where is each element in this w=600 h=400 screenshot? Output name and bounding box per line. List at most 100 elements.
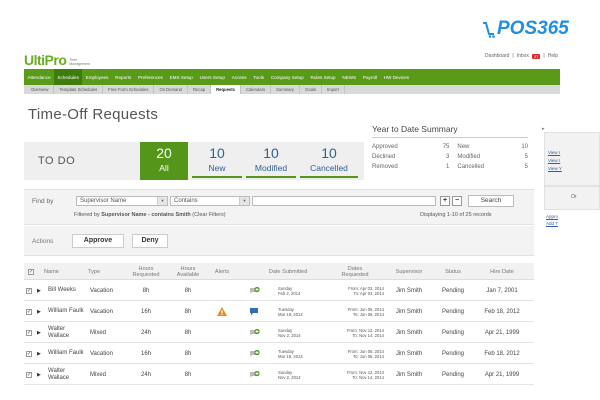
row-checkbox[interactable]: ✓ (26, 343, 36, 364)
tab-summary[interactable]: Summary (271, 85, 300, 94)
col-hire-date[interactable]: Hire Date (480, 263, 524, 280)
tab-requests[interactable]: Requests (211, 85, 241, 94)
tab-on-demand[interactable]: On Demand (154, 85, 189, 94)
table-row[interactable]: ✓ ▶ Walter Wallace Mixed 24h 8h Sunday Nov 2, 2… (24, 364, 534, 385)
mainnav-item-ems-setup[interactable]: EMS Setup (166, 69, 196, 85)
row-alert (212, 364, 232, 385)
expand-row-icon[interactable]: ▶ (37, 343, 43, 364)
row-submitted-date: Nov 2, 2014 (278, 374, 301, 380)
mainnav-item-access[interactable]: Access (228, 69, 250, 85)
row-checkbox[interactable]: ✓ (26, 280, 36, 301)
panel-approve-link[interactable]: Appro (546, 214, 558, 219)
col-supervisor[interactable]: Supervisor (386, 263, 432, 280)
tile-all-count: 20 (156, 145, 172, 161)
find-field-select[interactable]: Supervisor Name ▼ (76, 196, 168, 206)
approve-button[interactable]: Approve (72, 234, 124, 248)
row-checkbox[interactable]: ✓ (26, 364, 36, 385)
row-name[interactable]: Bill Weeks (48, 280, 86, 301)
add-note-icon[interactable] (249, 328, 260, 337)
mainnav-item-news[interactable]: NEWS (339, 69, 360, 85)
panel-link-1[interactable]: View I (545, 149, 599, 157)
row-name[interactable]: William Faulk (48, 343, 86, 364)
expand-row-icon[interactable]: ▶ (37, 280, 43, 301)
mainnav-item-reports[interactable]: Reports (112, 69, 135, 85)
col-type[interactable]: Type (88, 263, 112, 280)
tile-cancelled[interactable]: 10 Cancelled (300, 142, 358, 178)
tile-new[interactable]: 10 New (192, 142, 242, 178)
mainnav-item-preferences[interactable]: Preferences (135, 69, 167, 85)
col-hours-available[interactable]: Hours Available (172, 263, 204, 280)
expand-row-icon[interactable]: ▶ (37, 364, 43, 385)
select-all-checkbox[interactable]: ✓ (26, 263, 36, 280)
row-alert (212, 322, 232, 343)
col-date-submitted[interactable]: Date Submitted (268, 263, 308, 280)
row-checkbox[interactable]: ✓ (26, 301, 36, 322)
mainnav-item-attendance[interactable]: Attendance (24, 69, 54, 85)
table-row[interactable]: ✓ ▶ Bill Weeks Vacation 8h 8h Sunday Feb 2, 201… (24, 280, 534, 301)
inbox-link[interactable]: Inbox (517, 53, 529, 59)
mainnav-item-users-setup[interactable]: Users Setup (196, 69, 228, 85)
row-alert (212, 301, 232, 322)
row-comment[interactable] (246, 280, 262, 301)
row-comment[interactable] (246, 343, 262, 364)
mainnav-item-rules-setup[interactable]: Rules Setup (307, 69, 339, 85)
row-checkbox[interactable]: ✓ (26, 322, 36, 343)
row-comment[interactable] (246, 322, 262, 343)
row-supervisor: Jim Smith (395, 308, 423, 315)
ytd-declined-label: Declined (372, 154, 396, 160)
pos365-cart-icon (483, 22, 495, 38)
add-note-icon[interactable] (249, 370, 260, 379)
col-name[interactable]: Name (44, 263, 74, 280)
find-value-input[interactable] (252, 196, 436, 206)
comment-icon[interactable] (249, 307, 259, 316)
filter-summary: Filtered by Supervisor Name - contains S… (74, 212, 226, 218)
dashboard-link[interactable]: Dashboard (485, 53, 509, 59)
deny-button[interactable]: Deny (132, 234, 168, 248)
row-hours-requested: 8h (142, 287, 150, 294)
remove-filter-button[interactable]: − (452, 196, 462, 206)
help-link[interactable]: Help (548, 53, 558, 59)
row-name[interactable]: Walter Wallace (48, 322, 86, 343)
tile-all[interactable]: 20 All (140, 142, 188, 180)
tile-cancelled-label: Cancelled (310, 163, 348, 173)
mainnav-item-tools[interactable]: Tools (250, 69, 268, 85)
tile-modified[interactable]: 10 Modified (246, 142, 296, 178)
expand-row-icon[interactable]: ▶ (37, 322, 43, 343)
add-note-icon[interactable] (249, 286, 260, 295)
row-name[interactable]: William Faulk (48, 301, 86, 322)
panel-add-link[interactable]: Add T (546, 221, 558, 226)
search-button[interactable]: Search (468, 195, 514, 207)
clear-filters-link[interactable]: (Clear Filters) (191, 212, 225, 218)
row-comment[interactable] (246, 301, 262, 322)
table-row[interactable]: ✓ ▶ William Faulk Vacation 16h 8h Tuesday Mar 1… (24, 343, 534, 364)
row-comment[interactable] (246, 364, 262, 385)
add-note-icon[interactable] (249, 349, 260, 358)
tab-free-form-schedules[interactable]: Free Form Schedules (103, 85, 155, 94)
tab-calendars[interactable]: Calendars (241, 85, 272, 94)
panel-link-3[interactable]: View Y (545, 165, 599, 173)
mainnav-item-company-setup[interactable]: Company Setup (267, 69, 307, 85)
tab-import[interactable]: Import (322, 85, 345, 94)
col-hours-requested[interactable]: Hours Requested (128, 263, 164, 280)
row-type: Mixed (90, 329, 107, 336)
tab-recap[interactable]: Recap (188, 85, 212, 94)
expand-row-icon[interactable]: ▶ (37, 301, 43, 322)
tab-overview[interactable]: Overview (26, 85, 55, 94)
tab-goals[interactable]: Goals (300, 85, 322, 94)
col-dates-requested[interactable]: Dates Requested (334, 263, 376, 280)
row-hours-requested: 16h (140, 350, 151, 357)
mainnav-item-schedules[interactable]: Schedules (54, 69, 83, 85)
panel-link-2[interactable]: View I (545, 157, 599, 165)
table-row[interactable]: ✓ ▶ William Faulk Vacation 16h 8h Tuesday Mar 1… (24, 301, 534, 322)
col-alerts[interactable]: Alerts (210, 263, 234, 280)
mainnav-item-hw-devices[interactable]: HW Devices (380, 69, 412, 85)
tab-template-schedules[interactable]: Template Schedules (54, 85, 104, 94)
mainnav-item-employees[interactable]: Employees (82, 69, 112, 85)
mainnav-item-payroll[interactable]: Payroll (360, 69, 381, 85)
tile-all-label: All (159, 163, 169, 173)
row-name[interactable]: Walter Wallace (48, 364, 86, 385)
add-filter-button[interactable]: + (440, 196, 450, 206)
table-row[interactable]: ✓ ▶ Walter Wallace Mixed 24h 8h Sunday Nov 2, 2… (24, 322, 534, 343)
find-operator-select[interactable]: Contains ▼ (170, 196, 250, 206)
col-status[interactable]: Status (436, 263, 470, 280)
